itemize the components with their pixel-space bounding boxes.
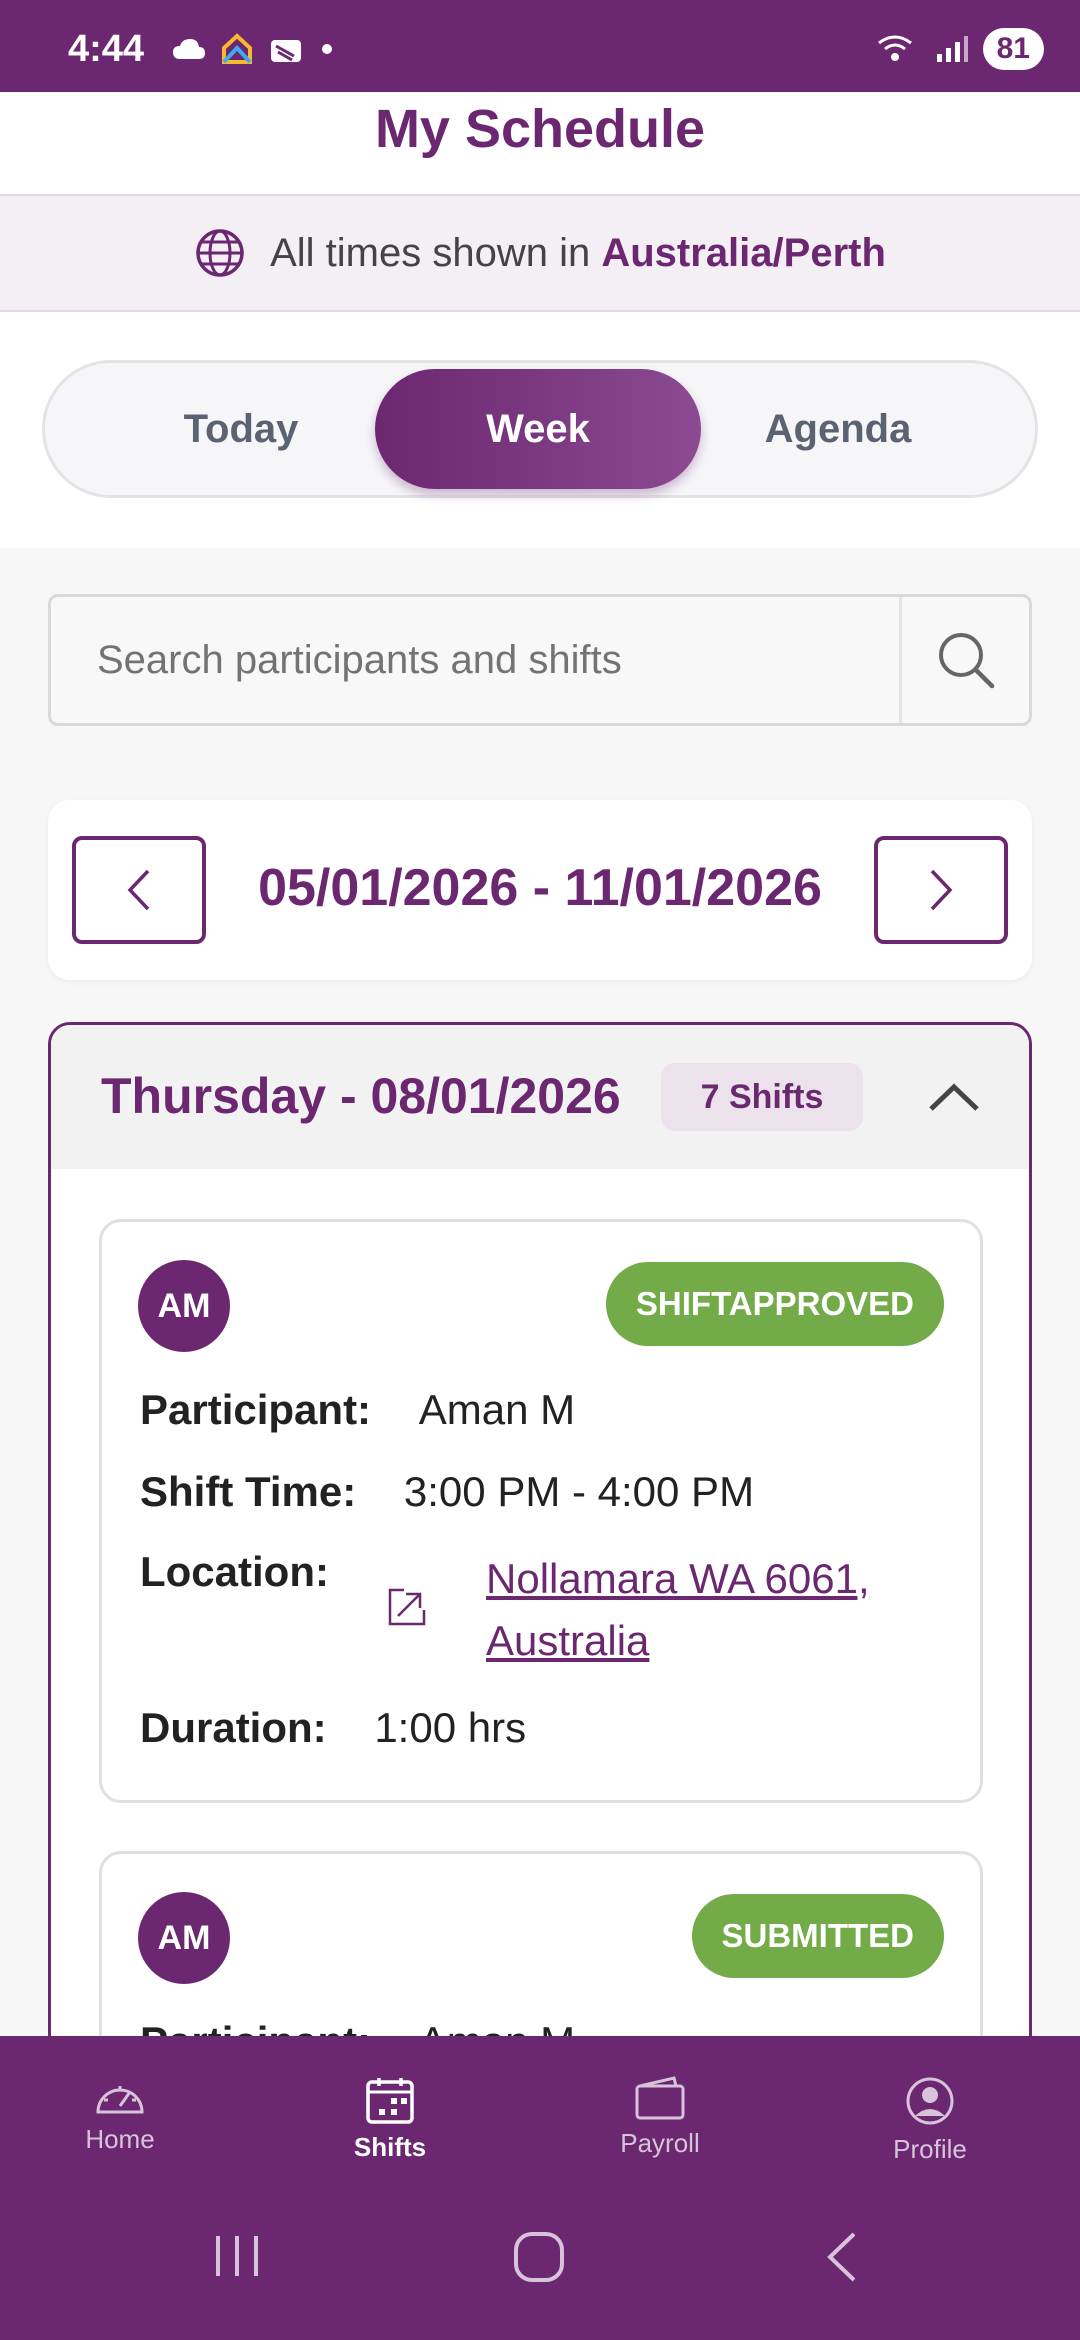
avatar: AM: [138, 1260, 230, 1352]
shift-card[interactable]: AM SHIFTAPPROVED Participant: Aman M Shi…: [99, 1219, 983, 1803]
home-app-icon: [222, 33, 252, 64]
duration-label: Duration:: [140, 1704, 327, 1751]
timezone-value: Australia/Perth: [601, 230, 886, 275]
view-segmented-control: Today Week Agenda: [42, 360, 1038, 498]
wallet-icon: [635, 2076, 685, 2120]
next-week-button[interactable]: [874, 836, 1008, 944]
nav-profile[interactable]: Profile: [830, 2076, 1030, 2165]
home-button-icon[interactable]: [512, 2230, 566, 2284]
collapse-button[interactable]: [919, 1067, 989, 1127]
view-tabs-area: Today Week Agenda: [0, 312, 1080, 548]
calendar-icon: [366, 2078, 414, 2124]
search-box: [48, 594, 1032, 726]
chevron-right-icon: [930, 869, 953, 911]
timezone-banner: All times shown in Australia/Perth: [0, 194, 1080, 312]
location-line-2: Australia: [486, 1617, 650, 1664]
recent-apps-icon[interactable]: [212, 2230, 262, 2282]
duration-row: Duration: 1:00 hrs: [140, 1704, 526, 1752]
week-navigator: 05/01/2026 - 11/01/2026: [48, 800, 1032, 980]
shift-time-row: Shift Time: 3:00 PM - 4:00 PM: [140, 1468, 754, 1516]
avatar: AM: [138, 1892, 230, 1984]
globe-icon: [196, 229, 244, 277]
notification-icons: [172, 32, 334, 66]
page-title: My Schedule: [374, 99, 706, 159]
tab-today[interactable]: Today: [78, 369, 404, 489]
location-label: Location:: [140, 1548, 329, 1595]
location-line-1: Nollamara WA 6061,: [486, 1555, 870, 1602]
profile-icon: [906, 2077, 954, 2125]
bottom-navigation: Home Shifts Payroll Profile: [0, 2036, 1080, 2340]
nav-payroll[interactable]: Payroll: [560, 2076, 760, 2159]
location-row: Location: Nollamara WA 6061, Australia: [140, 1548, 960, 1678]
nav-profile-label: Profile: [893, 2134, 967, 2164]
day-group-header[interactable]: Thursday - 08/01/2026 7 Shifts: [51, 1025, 1029, 1169]
nav-home-label: Home: [85, 2124, 155, 2154]
status-bar: 4:44 81: [0, 0, 1080, 92]
nav-shifts[interactable]: Shifts: [290, 2076, 490, 2163]
participant-row: Participant: Aman M: [140, 1386, 575, 1434]
participant-label: Participant:: [140, 1386, 372, 1433]
nav-payroll-label: Payroll: [620, 2128, 700, 2158]
tab-week[interactable]: Week: [375, 369, 701, 489]
stack-app-icon: [271, 40, 301, 62]
open-external-icon: [388, 1588, 426, 1626]
participant-value: Aman M: [418, 1386, 576, 1433]
timezone-text: All times shown in Australia/Perth: [270, 231, 886, 276]
app-header: My Schedule: [0, 92, 1080, 194]
nav-home[interactable]: Home: [20, 2076, 220, 2155]
status-time: 4:44: [68, 28, 145, 70]
location-link[interactable]: Nollamara WA 6061, Australia: [486, 1548, 870, 1672]
search-icon: [938, 633, 994, 689]
search-button[interactable]: [899, 597, 1029, 723]
tab-agenda[interactable]: Agenda: [675, 369, 1001, 489]
shift-count-badge: 7 Shifts: [661, 1063, 863, 1131]
system-icons: 81: [877, 28, 1044, 70]
status-badge: SUBMITTED: [691, 1894, 944, 1978]
system-navigation: [0, 2230, 1080, 2310]
back-icon[interactable]: [822, 2230, 862, 2284]
day-title: Thursday - 08/01/2026: [101, 1068, 621, 1124]
chevron-up-icon: [929, 1083, 979, 1111]
timezone-prefix: All times shown in: [270, 230, 591, 275]
wifi-icon: [877, 35, 912, 61]
shift-time-label: Shift Time:: [140, 1468, 357, 1515]
search-input[interactable]: [51, 597, 899, 723]
nav-shifts-label: Shifts: [353, 2132, 427, 2162]
speedometer-icon: [96, 2086, 144, 2114]
battery-indicator: 81: [982, 28, 1044, 70]
shift-time-value: 3:00 PM - 4:00 PM: [403, 1468, 755, 1515]
cloud-icon: [173, 39, 205, 59]
status-badge: SHIFTAPPROVED: [605, 1262, 944, 1346]
duration-value: 1:00 hrs: [374, 1704, 527, 1751]
signal-icon: [936, 36, 968, 62]
dot-icon: [322, 44, 332, 54]
